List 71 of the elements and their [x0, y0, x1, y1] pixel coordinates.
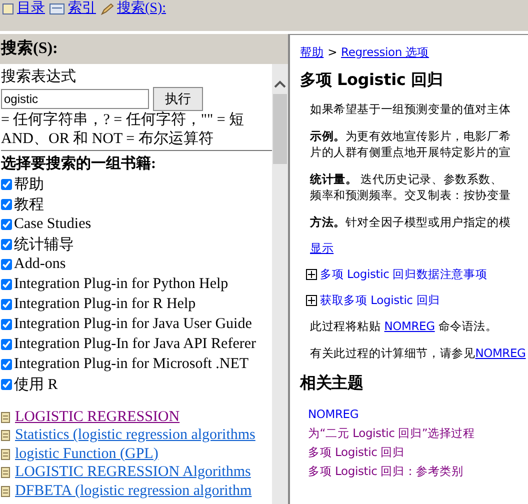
section-link[interactable]: 多项 Logistic 回归数据注意事项 — [320, 267, 488, 282]
book-checkbox[interactable] — [1, 258, 12, 270]
document-icon — [1, 467, 10, 478]
paragraph-line: 片的人群有侧重点地开展特定影片的宣 — [310, 144, 512, 160]
book-label: Add-ons — [14, 256, 66, 272]
breadcrumb-link[interactable]: 帮助 — [300, 45, 324, 59]
document-icon — [1, 412, 10, 423]
result-link[interactable]: LOGISTIC REGRESSION Algorithms — [15, 464, 251, 482]
related-topic-link[interactable]: NOMREG — [308, 406, 528, 423]
show-link[interactable]: 显示 — [310, 241, 334, 255]
book-checkbox[interactable] — [1, 198, 12, 210]
paragraph-line: 如果希望基于一组预测变量的值对主体 — [310, 101, 512, 117]
expand-icon[interactable] — [306, 295, 317, 306]
related-topic-link[interactable]: 多项 Logistic 回归 — [308, 444, 528, 461]
document-icon — [1, 486, 10, 497]
nomreg-link[interactable]: NOMREG — [475, 346, 526, 360]
topic-title: 多项 Logistic 回归 — [300, 70, 444, 91]
run-button[interactable]: 执行 — [153, 87, 203, 111]
field-label: 搜索表达式 — [1, 68, 77, 87]
panel-header: 搜索(S): — [0, 38, 59, 58]
document-icon — [1, 430, 10, 442]
book-label: Integration Plug-In for Java API Referer — [14, 336, 256, 352]
breadcrumb-link[interactable]: Regression 选项 — [341, 45, 430, 59]
paste-note-end: 命令语法。 — [437, 319, 498, 333]
expand-icon[interactable] — [306, 269, 317, 280]
book-checkbox[interactable] — [1, 178, 12, 190]
paragraph-line: 频率和预测频率。交叉制表：按协变量 — [310, 187, 512, 203]
scroll-thumb[interactable] — [273, 94, 287, 164]
nav-link[interactable]: 索引 — [68, 0, 96, 17]
book-checkbox[interactable] — [1, 318, 12, 330]
result-link[interactable]: LOGISTIC REGRESSION — [15, 408, 180, 426]
book-label: Integration Plug-in for Microsoft .NET — [14, 356, 249, 372]
hint-text: = 任何字符串，? = 任何字符，"" = 短 — [1, 111, 246, 130]
book-label: Case Studies — [14, 216, 92, 232]
scroll-up-icon[interactable] — [274, 80, 286, 88]
paragraph-line: 方法。针对全因子模型或用户指定的模 — [310, 214, 512, 230]
book-checkbox[interactable] — [1, 358, 12, 370]
result-link[interactable]: Statistics (logistic regression algorithms — [15, 427, 256, 444]
book-checkbox[interactable] — [1, 218, 12, 230]
book-checkbox[interactable] — [1, 298, 12, 310]
nav-link[interactable]: 目录 — [17, 0, 45, 17]
related-topic-link[interactable]: 多项 Logistic 回归：参考类别 — [308, 463, 528, 480]
book-checkbox[interactable] — [1, 238, 12, 250]
book-label: 统计辅导 — [14, 236, 74, 254]
book-checkbox[interactable] — [1, 278, 12, 290]
book-label: Integration Plug-in for Python Help — [14, 276, 228, 292]
result-link[interactable]: DFBETA (logistic regression algorithm — [15, 482, 252, 500]
books-label: 选择要搜索的一组书籍: — [1, 154, 157, 174]
nav-link[interactable]: 搜索(S): — [117, 0, 166, 17]
book-label: 帮助 — [14, 176, 44, 194]
section-heading: 相关主题 — [300, 373, 364, 394]
hint-text: AND、OR 和 NOT = 布尔运算符 — [1, 130, 214, 149]
paragraph-line: 示例。为更有效地宣传影片，电影厂希 — [310, 128, 512, 144]
scrollbar[interactable] — [272, 64, 288, 504]
pencil-icon — [100, 2, 114, 14]
result-link[interactable]: logistic Function (GPL) — [15, 446, 158, 463]
document-icon — [1, 448, 10, 460]
book-label: Integration Plug-in for R Help — [14, 296, 196, 312]
book-checkbox[interactable] — [1, 338, 12, 350]
book-label: 教程 — [14, 196, 44, 214]
book-label: 使用 R — [14, 376, 58, 394]
book-label: Integration Plug-in for Java User Guide — [14, 316, 252, 332]
related-topic-link[interactable]: 为“二元 Logistic 回归”选择过程 — [308, 425, 528, 442]
book-checkbox[interactable] — [1, 378, 12, 390]
details-note: 有关此过程的计算细节，请参见 — [310, 346, 476, 360]
paste-note: 此过程将粘贴 — [310, 319, 382, 333]
breadcrumb-separator: > — [328, 45, 338, 59]
search-field[interactable]: ogistic — [1, 89, 149, 109]
section-link[interactable]: 获取多项 Logistic 回归 — [320, 293, 440, 308]
nomreg-link[interactable]: NOMREG — [384, 319, 435, 333]
paragraph-line: 统计量。 迭代历史记录、参数系数、 — [310, 171, 504, 187]
